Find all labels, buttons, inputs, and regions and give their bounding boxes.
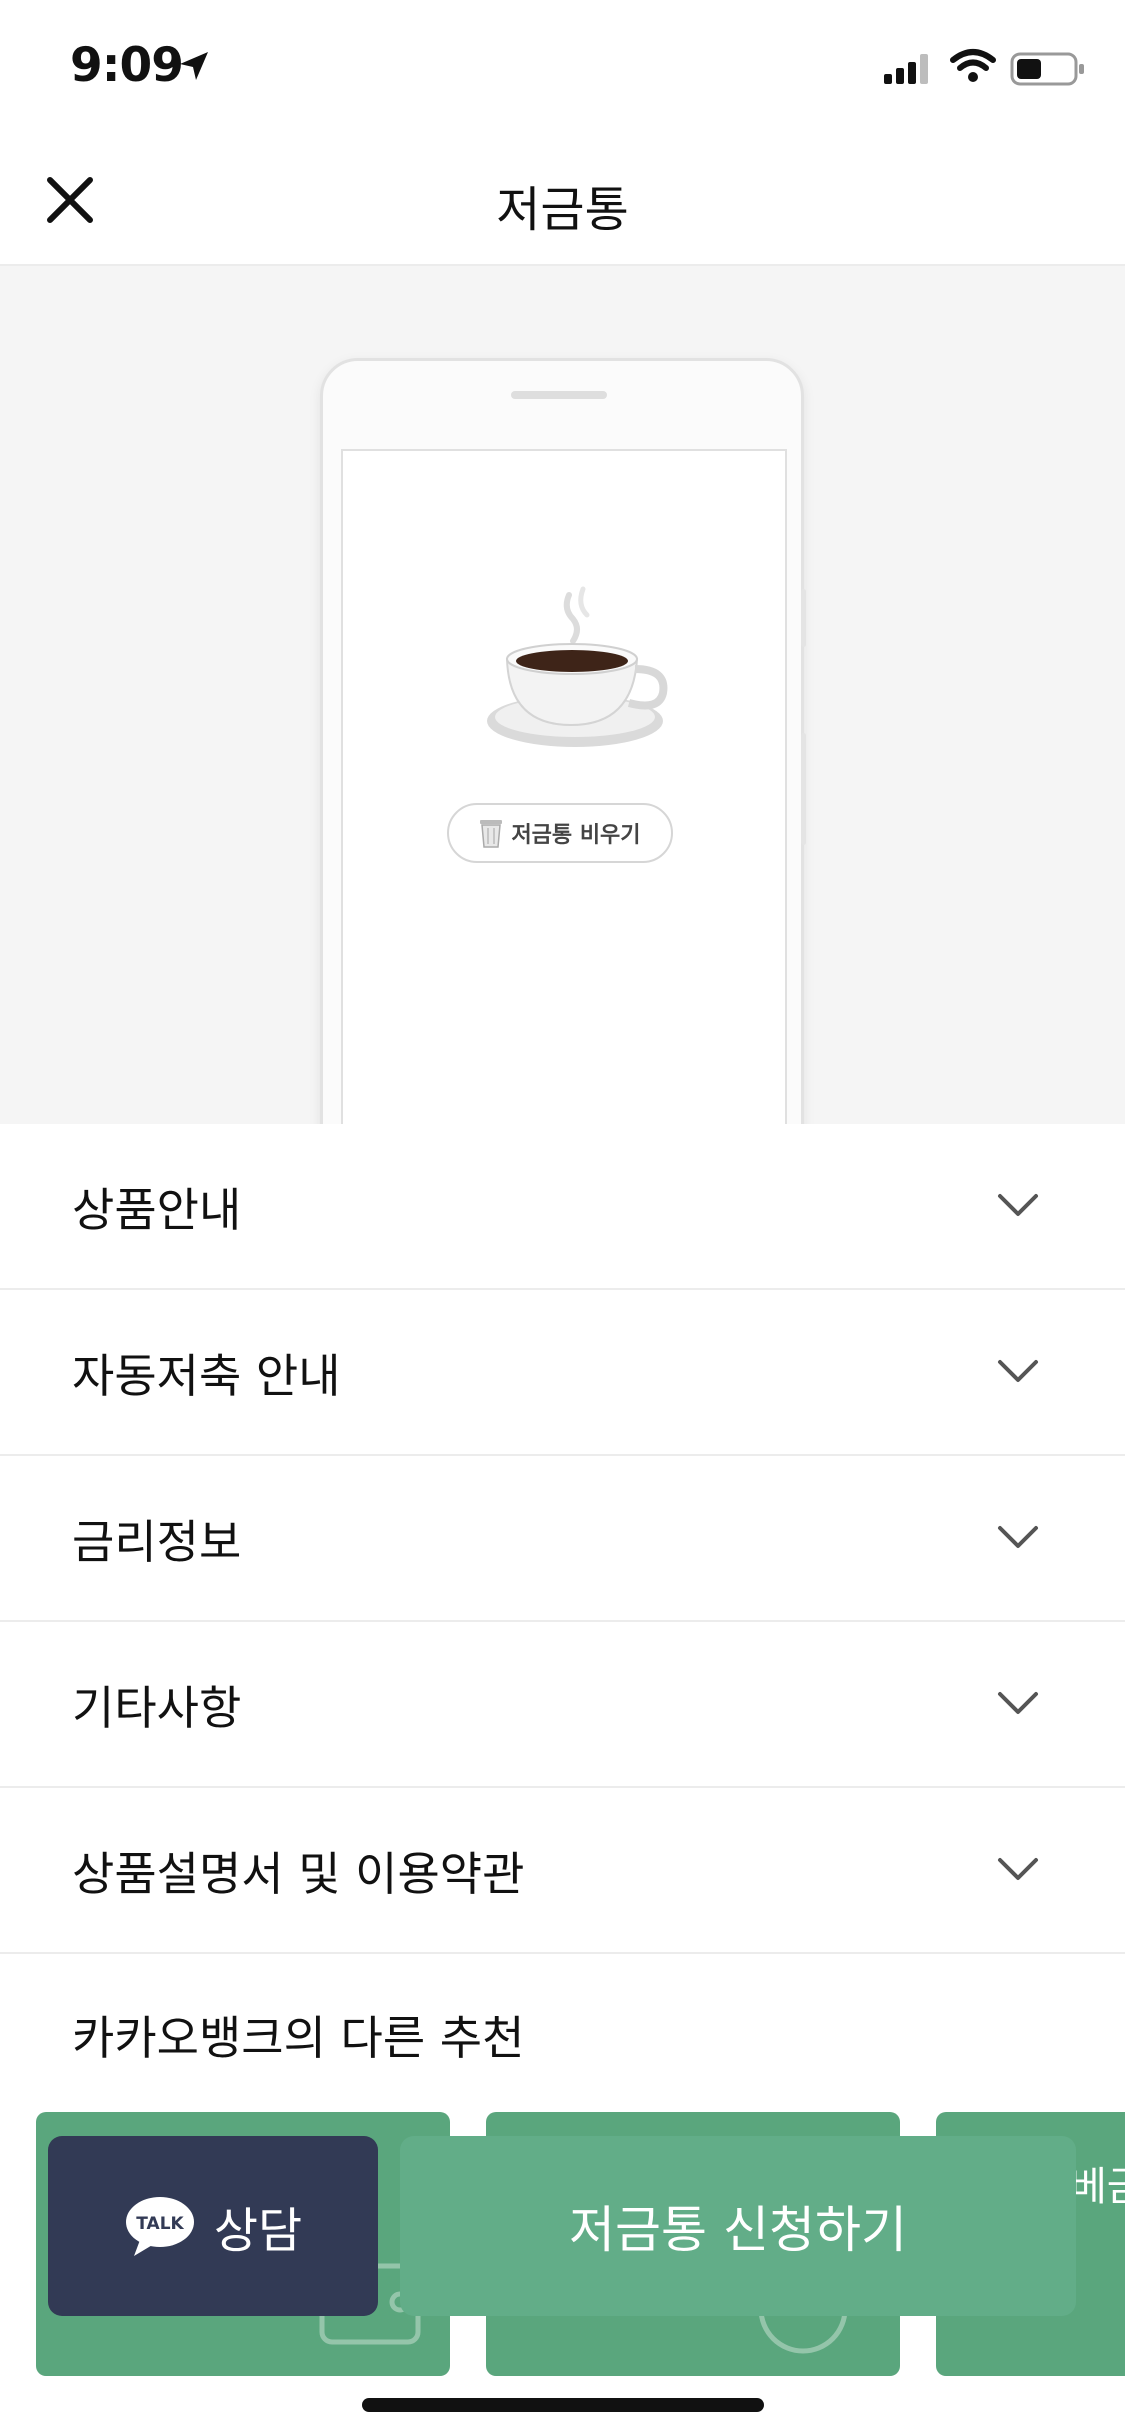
hero-illustration: 저금통 비우기 <box>0 266 1125 1124</box>
phone-side-button <box>801 589 806 647</box>
wifi-icon <box>950 49 996 82</box>
phone-mockup: 저금통 비우기 <box>320 358 806 1124</box>
section-label: 상품안내 <box>72 1183 242 1237</box>
section-label: 자동저축 안내 <box>72 1349 341 1403</box>
location-arrow-icon <box>180 52 208 80</box>
chevron-down-icon <box>998 1858 1038 1880</box>
empty-piggybank-label: 저금통 비우기 <box>511 823 641 848</box>
empty-piggybank-button[interactable]: 저금통 비우기 <box>447 803 673 863</box>
status-bar: 9:09 <box>0 0 1125 132</box>
info-accordion: 상품안내 자동저축 안내 금리정보 기타사항 상품설명서 및 이용약관 <box>0 1124 1125 1954</box>
section-label: 상품설명서 및 이용약관 <box>72 1847 525 1901</box>
section-interest-rate[interactable]: 금리정보 <box>0 1456 1125 1622</box>
page-title: 저금통 <box>496 182 629 238</box>
nav-bar: 저금통 <box>0 132 1125 266</box>
section-etc[interactable]: 기타사항 <box>0 1622 1125 1788</box>
chevron-down-icon <box>998 1360 1038 1382</box>
kakaotalk-bubble-icon: TALK <box>125 2197 194 2256</box>
status-time: 9:09 <box>70 38 184 93</box>
home-indicator[interactable] <box>362 2398 764 2412</box>
recommend-title: 카카오뱅크의 다른 추천 <box>72 2011 525 2065</box>
consult-label: 상담 <box>213 2203 303 2259</box>
coffee-cup-icon <box>487 586 668 747</box>
apply-label: 저금통 신청하기 <box>569 2201 907 2259</box>
cellular-signal-icon <box>884 54 928 84</box>
battery-icon <box>1010 52 1084 86</box>
apply-button[interactable]: 저금통 신청하기 <box>400 2136 1076 2316</box>
section-product-info[interactable]: 상품안내 <box>0 1124 1125 1290</box>
talk-badge-text: TALK <box>136 2214 184 2234</box>
section-label: 기타사항 <box>72 1681 242 1735</box>
section-terms[interactable]: 상품설명서 및 이용약관 <box>0 1788 1125 1954</box>
recommend-card-text: 베금 <box>1070 2164 1125 2210</box>
trash-can-icon <box>480 820 503 848</box>
section-auto-saving[interactable]: 자동저축 안내 <box>0 1290 1125 1456</box>
chevron-down-icon <box>998 1692 1038 1714</box>
chevron-down-icon <box>998 1526 1038 1548</box>
phone-screen: 저금통 비우기 <box>341 449 787 1124</box>
chevron-down-icon <box>998 1194 1038 1216</box>
phone-side-button <box>801 733 806 845</box>
section-label: 금리정보 <box>72 1515 242 1569</box>
consult-button[interactable]: TALK 상담 <box>48 2136 378 2316</box>
phone-speaker <box>511 391 607 399</box>
